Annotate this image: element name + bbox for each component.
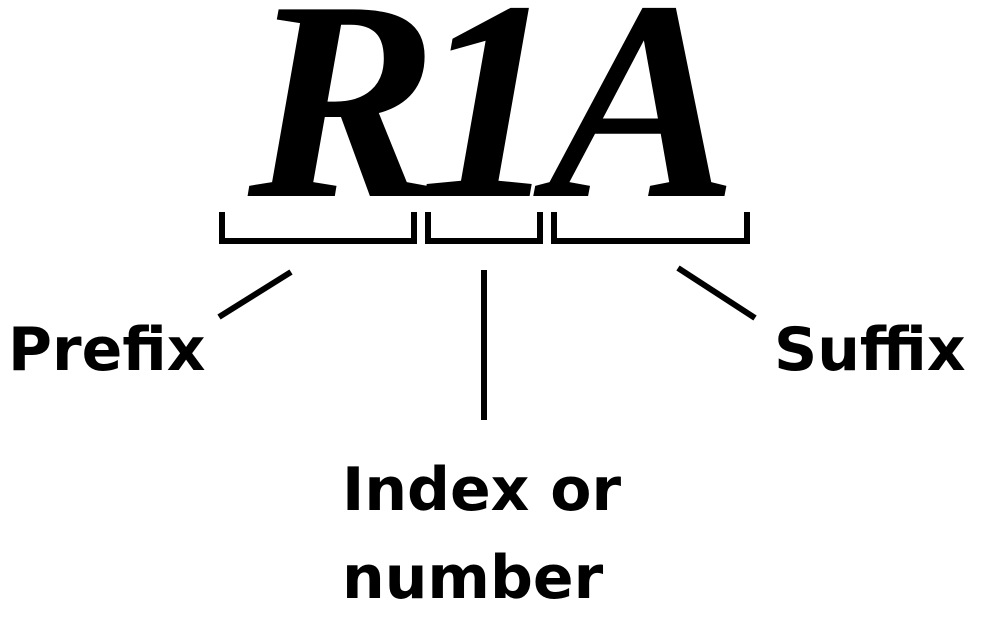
- index-label-line-2: number: [342, 543, 604, 613]
- suffix-bracket: [551, 212, 750, 244]
- prefix-label: Prefix: [8, 315, 206, 385]
- index-bracket: [425, 212, 543, 244]
- prefix-bracket: [219, 212, 417, 244]
- index-label: Index or number: [342, 446, 621, 622]
- index-label-line-1: Index or: [342, 455, 622, 525]
- designation-diagram: R 1 A Prefix Index or number Suffix: [0, 0, 1000, 618]
- suffix-label: Suffix: [774, 315, 966, 385]
- suffix-leader-line: [676, 265, 757, 321]
- prefix-leader-line: [217, 269, 293, 320]
